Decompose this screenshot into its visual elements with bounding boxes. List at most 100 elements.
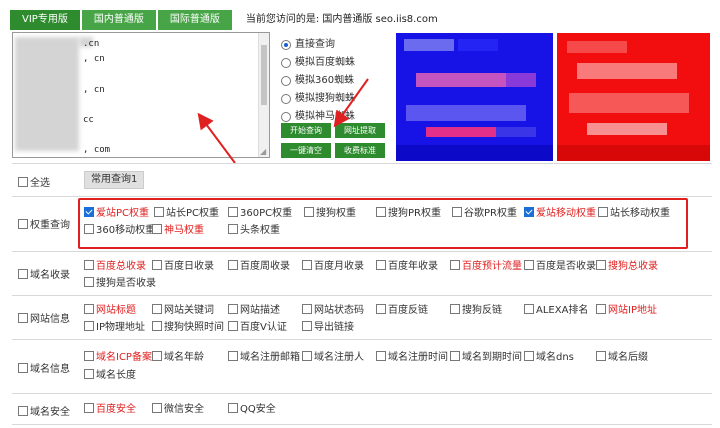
option-checkbox[interactable]: 百度月收录: [302, 260, 364, 273]
checkbox-icon: [596, 351, 606, 361]
option-checkbox[interactable]: 搜狗快照时间: [152, 321, 224, 334]
option-checkbox[interactable]: 百度是否收录: [524, 260, 596, 273]
option-label: 网站状态码: [314, 305, 364, 316]
checkbox-icon: [18, 176, 28, 187]
checkbox-icon: [84, 351, 94, 361]
option-label: 百度反链: [388, 305, 428, 316]
option-checkbox[interactable]: 域名到期时间: [450, 351, 522, 364]
category-checkbox[interactable]: 权重查询: [18, 216, 70, 231]
option-label: 搜狗快照时间: [164, 322, 224, 333]
option-checkbox[interactable]: 百度预计流量: [450, 260, 522, 273]
checkbox-icon: [596, 260, 606, 270]
option-checkbox[interactable]: 百度总收录: [84, 260, 146, 273]
option-label: IP物理地址: [96, 322, 145, 333]
option-checkbox[interactable]: 域名注册人: [302, 351, 364, 364]
option-checkbox[interactable]: 网站关键词: [152, 304, 214, 317]
checkbox-icon: [376, 304, 386, 314]
checkbox-icon: [376, 351, 386, 361]
checkbox-icon: [152, 403, 162, 413]
option-label: 域名到期时间: [462, 352, 522, 363]
checkbox-icon: [18, 312, 28, 323]
option-checkbox[interactable]: 域名长度: [84, 369, 136, 382]
option-label: 百度安全: [96, 404, 136, 415]
checkbox-icon: [84, 369, 94, 379]
checkbox-icon: [450, 304, 460, 314]
checkbox-icon: [228, 403, 238, 413]
option-checkbox[interactable]: 网站描述: [228, 304, 280, 317]
checkbox-icon: [228, 351, 238, 361]
checkbox-icon: [84, 403, 94, 413]
category-checkbox[interactable]: 域名信息: [18, 360, 70, 375]
option-label: 域名ICP备案: [96, 352, 152, 363]
checkbox-icon: [302, 304, 312, 314]
option-checkbox[interactable]: QQ安全: [228, 403, 276, 416]
option-label: 域名年龄: [164, 352, 204, 363]
option-checkbox[interactable]: 搜狗反链: [450, 304, 502, 317]
checkbox-icon: [376, 260, 386, 270]
option-checkbox[interactable]: IP物理地址: [84, 321, 145, 334]
checkbox-icon: [302, 260, 312, 270]
option-checkbox[interactable]: 百度日收录: [152, 260, 214, 273]
checkbox-icon: [84, 277, 94, 287]
option-label: QQ安全: [240, 404, 276, 415]
checkbox-icon: [152, 351, 162, 361]
category-row-domain-safety: 域名安全 百度安全 微信安全 QQ安全: [12, 393, 712, 425]
option-checkbox[interactable]: 域名dns: [524, 351, 574, 364]
option-label: 百度预计流量: [462, 261, 522, 272]
option-checkbox[interactable]: 微信安全: [152, 403, 204, 416]
option-label: 域名注册人: [314, 352, 364, 363]
checkbox-icon: [152, 260, 162, 270]
category-checkbox[interactable]: 网站信息: [18, 310, 70, 325]
option-checkbox[interactable]: 域名注册邮箱: [228, 351, 300, 364]
option-checkbox[interactable]: 搜狗是否收录: [84, 277, 156, 290]
category-checkbox[interactable]: 域名安全: [18, 403, 70, 418]
common-query-button[interactable]: 常用查询1: [84, 171, 145, 189]
option-checkbox[interactable]: 网站标题: [84, 304, 136, 317]
checkbox-icon: [84, 260, 94, 270]
category-checkbox[interactable]: 域名收录: [18, 266, 70, 281]
option-checkbox[interactable]: 百度V认证: [228, 321, 287, 334]
checkbox-icon: [228, 304, 238, 314]
option-label: 域名注册时间: [388, 352, 448, 363]
option-label: 百度日收录: [164, 261, 214, 272]
option-label: 百度年收录: [388, 261, 438, 272]
checkbox-icon: [302, 351, 312, 361]
option-checkbox[interactable]: ALEXA排名: [524, 304, 588, 317]
option-label: 域名注册邮箱: [240, 352, 300, 363]
select-all-checkbox[interactable]: 全选: [18, 174, 50, 189]
checkbox-icon: [450, 351, 460, 361]
category-row-site-info: 网站信息 网站标题 网站关键词 网站描述 网站状态码 百度反链 搜狗反链 ALEXA排名 网站I…: [12, 295, 712, 340]
option-label: 网站关键词: [164, 305, 214, 316]
select-all-row: 全选 常用查询1: [12, 164, 712, 197]
option-checkbox[interactable]: 百度周收录: [228, 260, 290, 273]
option-checkbox[interactable]: 百度年收录: [376, 260, 438, 273]
checkbox-icon: [18, 268, 28, 279]
option-checkbox[interactable]: 百度反链: [376, 304, 428, 317]
arrow-to-start-button: [333, 78, 369, 128]
checkbox-icon: [524, 304, 534, 314]
option-checkbox[interactable]: 导出链接: [302, 321, 354, 334]
option-label: 微信安全: [164, 404, 204, 415]
option-label: 域名dns: [536, 352, 574, 363]
category-row-index: 域名收录 百度总收录 百度日收录 百度周收录 百度月收录 百度年收录 百度预计流量 百度是否收…: [12, 251, 712, 296]
option-label: 导出链接: [314, 322, 354, 333]
checkbox-icon: [18, 362, 28, 373]
option-label: 百度V认证: [240, 322, 287, 333]
checkbox-icon: [152, 304, 162, 314]
option-checkbox[interactable]: 搜狗总收录: [596, 260, 658, 273]
option-checkbox[interactable]: 域名年龄: [152, 351, 204, 364]
option-checkbox[interactable]: 域名ICP备案: [84, 351, 152, 364]
checkbox-icon: [152, 321, 162, 331]
option-checkbox[interactable]: 网站状态码: [302, 304, 364, 317]
option-checkbox[interactable]: 网站IP地址: [596, 304, 657, 317]
checkbox-icon: [228, 321, 238, 331]
option-label: 搜狗总收录: [608, 261, 658, 272]
option-checkbox[interactable]: 百度安全: [84, 403, 136, 416]
option-label: 域名长度: [96, 370, 136, 381]
option-label: 搜狗反链: [462, 305, 502, 316]
option-checkbox[interactable]: 域名后缀: [596, 351, 648, 364]
option-label: 网站IP地址: [608, 305, 657, 316]
option-checkbox[interactable]: 域名注册时间: [376, 351, 448, 364]
option-label: 域名后缀: [608, 352, 648, 363]
checkbox-icon: [302, 321, 312, 331]
